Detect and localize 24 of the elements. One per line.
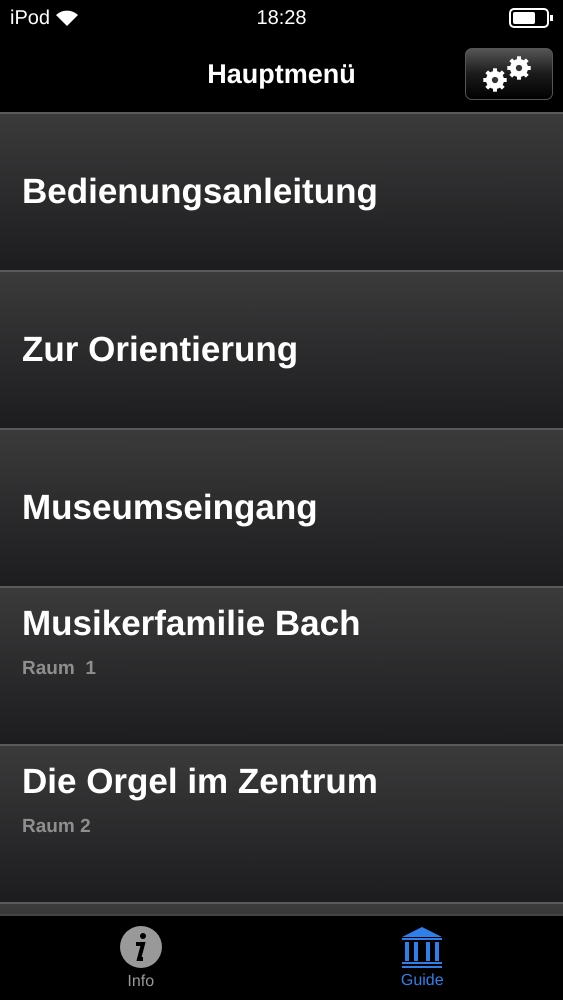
menu-row[interactable]: Museumseingang (0, 430, 563, 586)
wifi-icon (56, 10, 78, 26)
row-title: Museumseingang (22, 488, 319, 528)
row-subtitle: Raum 1 (22, 658, 97, 680)
row-title: Zur Orientierung (22, 330, 300, 370)
tab-item[interactable]: Guide (282, 916, 563, 1000)
row-title: Bedienungsanleitung (22, 172, 379, 212)
tab-item[interactable]: Info (0, 916, 282, 1000)
clock: 18:28 (256, 6, 307, 30)
row-subtitle: Raum 2 (22, 816, 92, 838)
menu-row[interactable]: Zur Orientierung (0, 272, 563, 428)
menu-row[interactable]: Musikerfamilie Bach Raum 1 (0, 588, 563, 744)
nav-title: Hauptmenü (207, 58, 356, 90)
info-icon (118, 925, 163, 969)
row-title: Die Orgel im Zentrum (22, 762, 379, 802)
museum-icon (401, 926, 444, 968)
row-title: Musikerfamilie Bach (22, 604, 362, 644)
menu-row[interactable]: Bedienungsanleitung (0, 114, 563, 270)
tab-label: Guide (400, 972, 444, 990)
tab-label: Info (127, 973, 154, 991)
battery-icon (509, 8, 553, 28)
carrier-label: iPod (10, 6, 50, 30)
menu-row[interactable]: Die Orgel im Zentrum Raum 2 (0, 746, 563, 902)
settings-button[interactable] (465, 48, 553, 100)
